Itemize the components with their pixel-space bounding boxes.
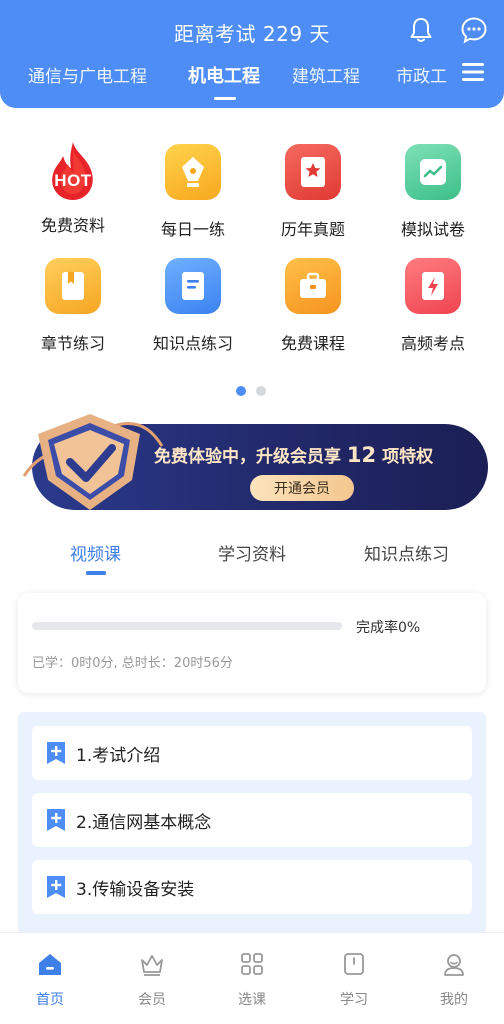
- user-icon: [444, 954, 464, 976]
- nav-course-select[interactable]: 选课: [212, 951, 292, 1009]
- tab-municipal[interactable]: 市政工: [396, 62, 447, 87]
- nav-label: 我的: [440, 992, 468, 1008]
- banner-text-suffix: 项特权: [382, 447, 434, 467]
- grid-label: 模拟试卷: [400, 220, 465, 239]
- chapter-title: 2.通信网基本概念: [76, 813, 212, 833]
- bookmark-plus-icon: [47, 742, 65, 764]
- grid-item-free-materials[interactable]: HOT 免费资料: [18, 140, 128, 236]
- chapter-item[interactable]: 1.考试介绍: [32, 726, 472, 780]
- bottom-navigation: 首页 会员 选课 学习 我的: [0, 932, 504, 1024]
- grid-item-past-exams[interactable]: 历年真题: [258, 144, 368, 240]
- hot-flame-icon: HOT: [41, 140, 105, 204]
- nav-label: 首页: [36, 992, 64, 1008]
- active-tab-indicator: [214, 97, 236, 100]
- grid-label: 历年真题: [280, 220, 345, 239]
- open-membership-button[interactable]: 开通会员: [250, 475, 354, 501]
- grid-label: 高频考点: [400, 334, 465, 353]
- content-tab-indicator: [86, 571, 106, 575]
- nav-study[interactable]: 学习: [314, 951, 394, 1009]
- tab-construction[interactable]: 建筑工程: [292, 62, 360, 87]
- chapter-item[interactable]: 2.通信网基本概念: [32, 793, 472, 847]
- menu-icon[interactable]: [462, 62, 484, 82]
- chapter-title: 1.考试介绍: [76, 746, 161, 766]
- bookmark-plus-icon: [47, 809, 65, 831]
- tab-telecom[interactable]: 通信与广电工程: [28, 62, 147, 87]
- crown-icon: [141, 955, 163, 976]
- category-tabs: 通信与广电工程 机电工程 建筑工程 市政工: [0, 62, 504, 92]
- banner-title: 免费体验中，升级会员享 12 项特权: [154, 442, 433, 467]
- hot-badge: HOT: [54, 171, 92, 190]
- page-dot-active: [236, 386, 246, 396]
- bookmark-plus-icon: [47, 876, 65, 898]
- nav-membership[interactable]: 会员: [112, 951, 192, 1009]
- chapter-list: 1.考试介绍 2.通信网基本概念 3.传输设备安装: [18, 712, 486, 942]
- bookmark-book-icon: [45, 258, 101, 314]
- banner-text-prefix: 免费体验中，升级会员享: [154, 447, 341, 467]
- grid-item-chapter-practice[interactable]: 章节练习: [18, 258, 128, 354]
- chapter-item[interactable]: 3.传输设备安装: [32, 860, 472, 914]
- content-tabs: 视频课 学习资料 知识点练习: [0, 540, 504, 580]
- chart-paper-icon: [405, 144, 461, 200]
- nav-profile[interactable]: 我的: [414, 951, 494, 1009]
- pen-nib-icon: [165, 144, 221, 200]
- grid-item-mock-exam[interactable]: 模拟试卷: [378, 144, 488, 240]
- completion-rate: 完成率0%: [356, 620, 421, 636]
- book-icon: [344, 953, 364, 975]
- grid-label: 知识点练习: [152, 334, 233, 353]
- study-time-info: 已学：0时0分, 总时长：20时56分: [32, 656, 233, 671]
- nav-home[interactable]: 首页: [10, 951, 90, 1009]
- page-dot: [256, 386, 266, 396]
- lightning-card-icon: [405, 258, 461, 314]
- message-icon[interactable]: [460, 16, 488, 44]
- progress-bar: [32, 622, 342, 630]
- briefcase-icon: [285, 258, 341, 314]
- nav-label: 学习: [340, 992, 368, 1008]
- grid-item-daily-practice[interactable]: 每日一练: [138, 144, 248, 240]
- home-icon: [39, 954, 61, 975]
- app-header: 距离考试 229 天 通信与广电工程 机电工程 建筑工程 市政工: [0, 0, 504, 108]
- progress-card: 完成率0% 已学：0时0分, 总时长：20时56分: [18, 593, 486, 693]
- star-bookmark-icon: [285, 144, 341, 200]
- shield-check-icon: [22, 414, 164, 510]
- banner-highlight: 12: [346, 443, 377, 467]
- tab-knowledge-practice[interactable]: 知识点练习: [364, 540, 449, 565]
- grid-item-knowledge-practice[interactable]: 知识点练习: [138, 258, 248, 354]
- page-indicator: [236, 386, 276, 398]
- tab-video-courses[interactable]: 视频课: [70, 540, 121, 565]
- chapter-title: 3.传输设备安装: [76, 880, 195, 900]
- grid-item-high-frequency[interactable]: 高频考点: [378, 258, 488, 354]
- nav-label: 会员: [138, 992, 166, 1008]
- grid-item-free-courses[interactable]: 免费课程: [258, 258, 368, 354]
- tab-study-materials[interactable]: 学习资料: [218, 540, 286, 565]
- nav-label: 选课: [238, 992, 266, 1008]
- document-icon: [165, 258, 221, 314]
- grid-icon: [241, 953, 263, 975]
- grid-label: 免费资料: [40, 216, 105, 235]
- bell-icon[interactable]: [408, 16, 434, 44]
- tab-mechanical[interactable]: 机电工程: [188, 62, 260, 88]
- grid-label: 每日一练: [160, 220, 225, 239]
- grid-label: 免费课程: [280, 334, 345, 353]
- grid-label: 章节练习: [40, 334, 105, 353]
